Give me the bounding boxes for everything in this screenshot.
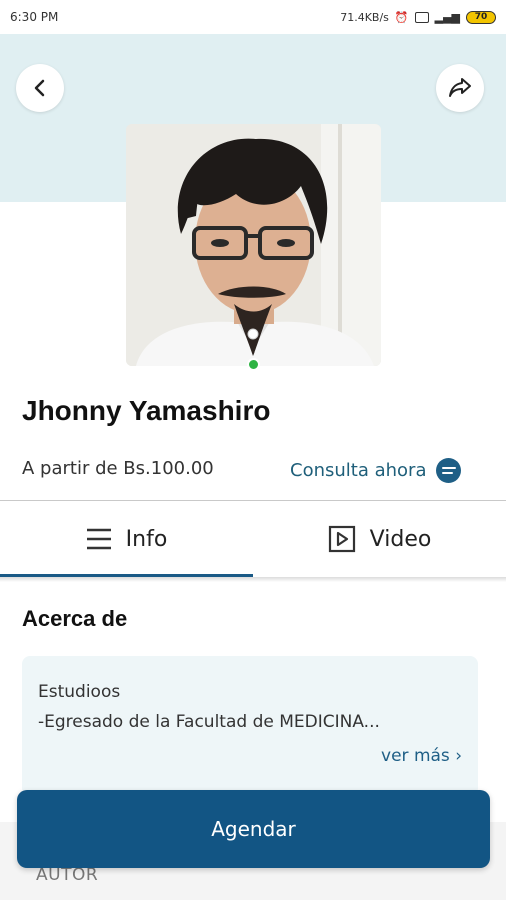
about-title: Acerca de xyxy=(22,606,128,631)
chevron-left-icon xyxy=(34,79,45,97)
online-status-indicator xyxy=(247,358,260,371)
chevron-right-icon: › xyxy=(455,746,462,766)
menu-lines-icon xyxy=(86,528,111,550)
consult-now-link[interactable]: Consulta ahora xyxy=(290,458,462,483)
status-icons: 71.4KB/s ⏰ ▂▄▆ 70 xyxy=(340,10,496,24)
doctor-portrait-image xyxy=(126,124,381,366)
about-card: Estudioos -Egresado de la Facultad de ME… xyxy=(22,656,478,796)
chat-bubble-icon xyxy=(436,458,462,483)
schedule-button[interactable]: Agendar xyxy=(17,790,490,868)
consult-now-label: Consulta ahora xyxy=(290,460,427,481)
price-text: A partir de Bs.100.00 xyxy=(22,458,214,479)
tab-info[interactable]: Info xyxy=(0,501,253,577)
about-heading: Estudioos xyxy=(38,682,121,702)
share-arrow-icon xyxy=(449,78,471,97)
profile-tabs: Info Video xyxy=(0,501,506,577)
author-label: AUTOR xyxy=(36,865,99,885)
schedule-button-label: Agendar xyxy=(211,817,296,841)
status-bar: 6:30 PM 71.4KB/s ⏰ ▂▄▆ 70 xyxy=(0,0,506,34)
network-speed: 71.4KB/s xyxy=(340,10,389,24)
play-box-icon xyxy=(328,525,355,553)
share-button[interactable] xyxy=(436,64,484,112)
tab-video-label: Video xyxy=(369,526,432,552)
status-time: 6:30 PM xyxy=(10,10,59,24)
battery-icon: 70 xyxy=(466,10,496,24)
back-button[interactable] xyxy=(16,64,64,112)
signal-icon: ▂▄▆ xyxy=(434,10,460,24)
doctor-name: Jhonny Yamashiro xyxy=(22,395,271,426)
tab-info-label: Info xyxy=(125,526,168,552)
about-text: -Egresado de la Facultad de MEDICINA... xyxy=(38,712,380,732)
screenshot-icon xyxy=(414,11,429,23)
see-more-link[interactable]: ver más › xyxy=(381,746,462,766)
tab-video[interactable]: Video xyxy=(253,501,506,577)
doctor-photo xyxy=(126,124,381,366)
alarm-icon: ⏰ xyxy=(394,10,409,24)
see-more-label: ver más xyxy=(381,746,450,766)
tabs-shadow xyxy=(0,577,506,582)
